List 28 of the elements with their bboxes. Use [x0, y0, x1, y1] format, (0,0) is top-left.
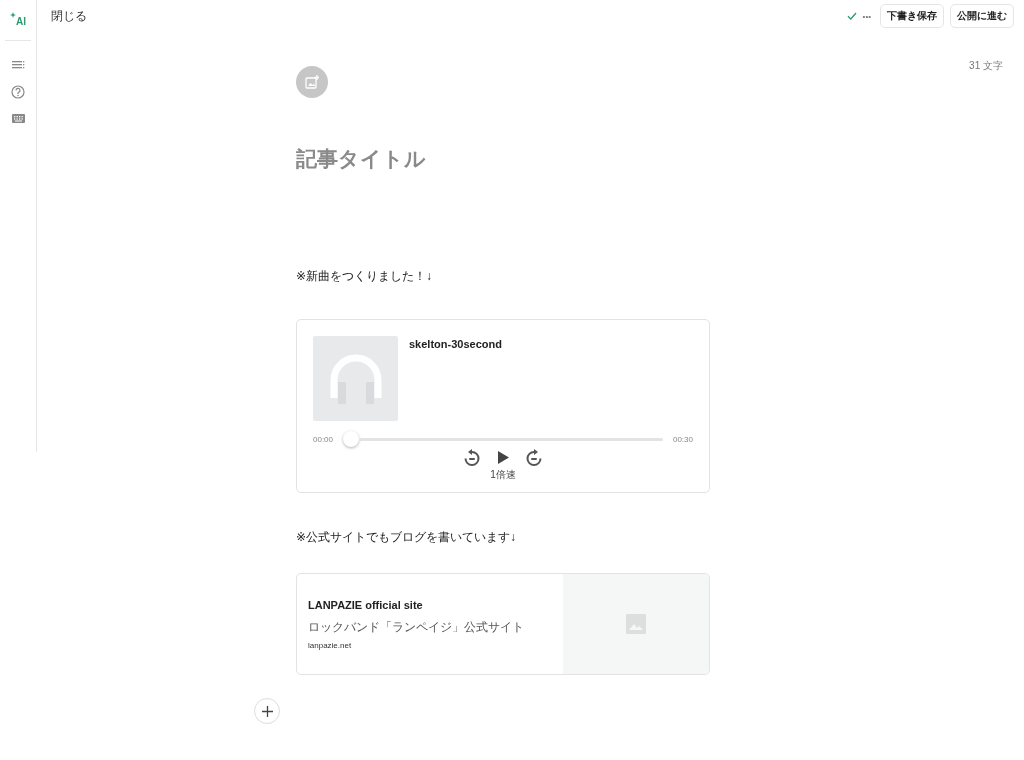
sparkle-icon — [10, 12, 16, 18]
link-title: LANPAZIE official site — [308, 598, 424, 611]
image-icon — [626, 614, 646, 634]
add-block-button[interactable] — [254, 698, 280, 724]
help-icon[interactable] — [11, 84, 25, 99]
image-add-icon — [305, 75, 319, 89]
link-domain: lanpazie.net — [308, 640, 353, 650]
link-description: ロックバンド「ランペイジ」公式サイト — [308, 618, 525, 636]
header-button[interactable]: 下書き保存 — [880, 4, 944, 28]
paragraph: ※公式サイトでもブログを書いています↓ — [296, 529, 518, 546]
ai-button[interactable]: AI — [10, 12, 26, 28]
speed-button[interactable]: 1倍速 — [490, 468, 516, 482]
header-button[interactable]: 公開に進む — [950, 4, 1014, 28]
close-link[interactable]: 閉じる — [51, 7, 87, 25]
forward-icon[interactable] — [526, 449, 542, 466]
rewind-icon[interactable] — [464, 449, 480, 466]
paragraph: ※新曲をつくりました！↓ — [296, 268, 434, 285]
keyboard-icon[interactable] — [11, 114, 25, 123]
seek-thumb[interactable] — [343, 431, 360, 447]
time-label: 00:00 — [313, 434, 334, 444]
link-card[interactable]: LANPAZIE official site ロックバンド「ランペイジ」公式サイト lanpazie.net — [296, 573, 710, 675]
more-menu-button[interactable]: ••• — [862, 11, 871, 21]
time-label: 00:30 — [672, 434, 693, 444]
word-count: 31 文字 — [969, 59, 1003, 73]
track-title: skelton-30second — [409, 338, 502, 352]
contents-list-icon[interactable] — [11, 60, 25, 69]
plus-icon — [261, 705, 273, 717]
play-icon[interactable] — [497, 451, 509, 464]
